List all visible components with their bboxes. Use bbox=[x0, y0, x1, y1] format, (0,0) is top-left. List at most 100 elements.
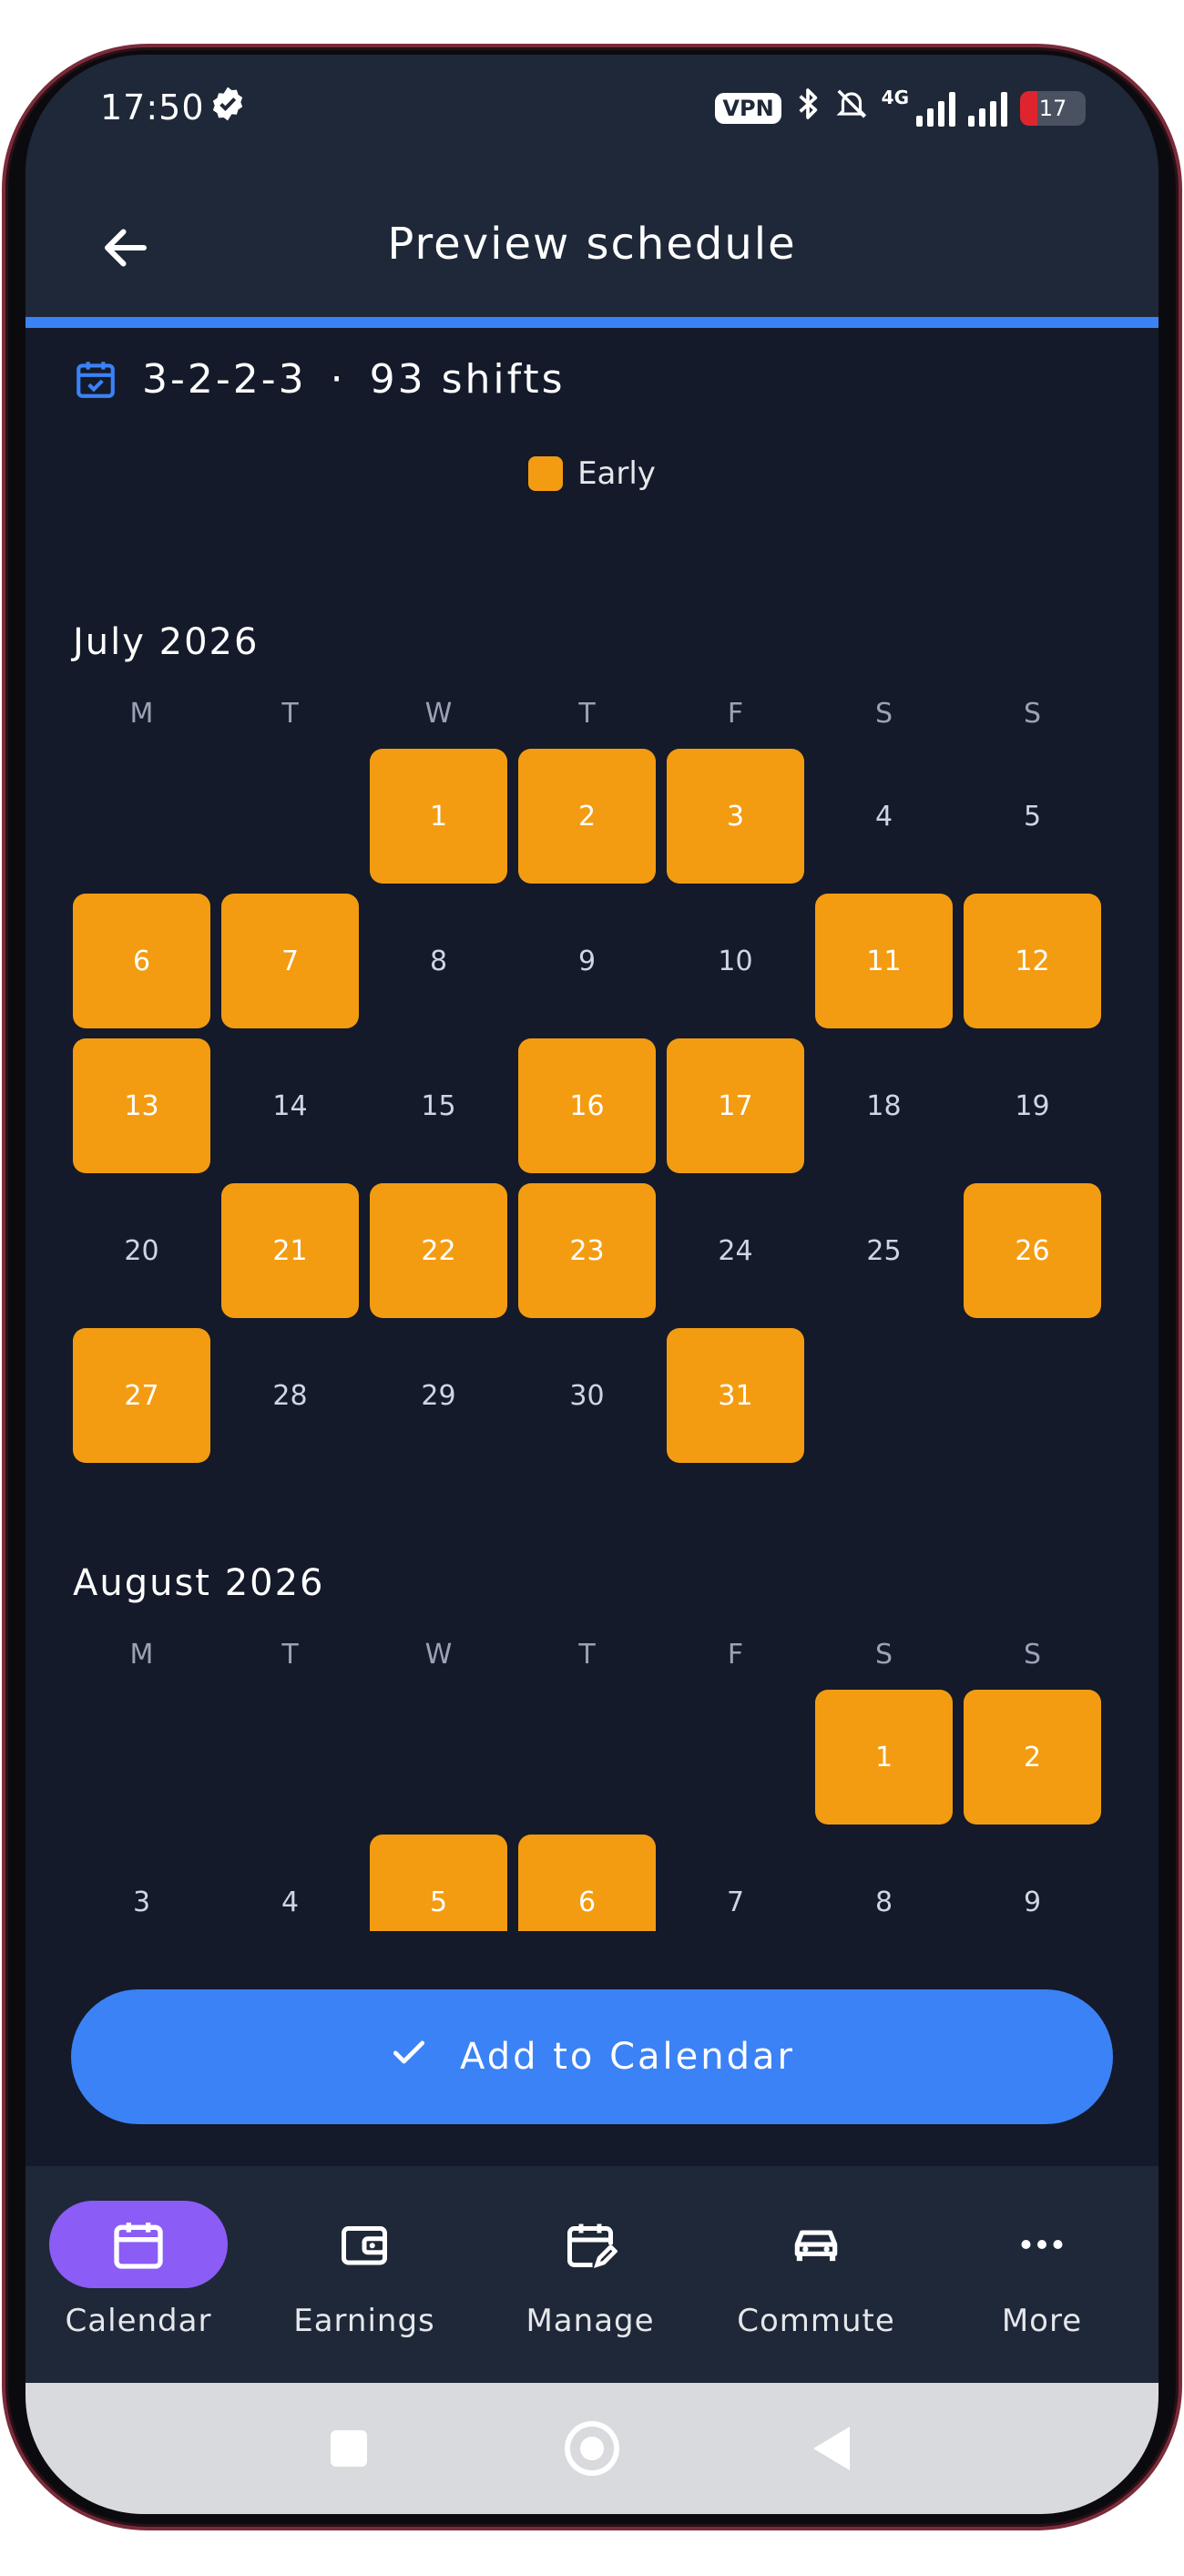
calendar-day-shift[interactable]: 3 bbox=[667, 749, 804, 884]
calendar-day[interactable]: 9 bbox=[518, 894, 656, 1028]
calendar-day-shift[interactable]: 1 bbox=[815, 1690, 953, 1825]
calendar-day-shift[interactable]: 1 bbox=[370, 749, 507, 884]
calendar-day[interactable]: 29 bbox=[370, 1328, 507, 1463]
weekday-label: S bbox=[874, 1639, 893, 1671]
calendar-day-shift[interactable]: 31 bbox=[667, 1328, 804, 1463]
weekday-header: MTWTFSS bbox=[73, 698, 1111, 743]
schedule-summary: 3-2-2-3 · 93 shifts bbox=[73, 355, 566, 403]
weekday-label: S bbox=[1023, 1639, 1042, 1671]
calendar-day-shift[interactable]: 21 bbox=[221, 1183, 359, 1318]
check-icon bbox=[389, 2032, 429, 2082]
calendar-day[interactable]: 4 bbox=[815, 749, 953, 884]
battery-icon: 17 bbox=[1020, 90, 1086, 126]
weekday-label: S bbox=[874, 698, 893, 730]
month-title: August 2026 bbox=[73, 1562, 325, 1604]
calendar-day-shift[interactable]: 13 bbox=[73, 1038, 210, 1173]
calendar-day[interactable]: 18 bbox=[815, 1038, 953, 1173]
calendar-day[interactable]: 20 bbox=[73, 1183, 210, 1318]
calendar-scroll-area[interactable]: July 2026 M T W T F S S 1 2 3 4 5 6 7 8 9 10 11 12 13 14 15 16 1… bbox=[26, 528, 1158, 1931]
add-to-calendar-label: Add to Calendar bbox=[460, 2036, 795, 2078]
status-icons: VPN 4G 17 bbox=[715, 86, 1086, 130]
legend: Early bbox=[26, 455, 1158, 492]
status-bar: 17:50 VPN 4G 17 bbox=[26, 82, 1158, 146]
calendar-day-shift[interactable]: 26 bbox=[964, 1183, 1101, 1318]
calendar-day-shift[interactable]: 2 bbox=[518, 749, 656, 884]
calendar-day-shift[interactable]: 27 bbox=[73, 1328, 210, 1463]
weekday-label: T bbox=[578, 1639, 596, 1671]
system-navigation-bar bbox=[26, 2383, 1158, 2514]
vpn-badge: VPN bbox=[715, 92, 781, 124]
calendar-day[interactable]: 3 bbox=[73, 1835, 210, 1931]
weekday-label: F bbox=[727, 698, 744, 730]
weekday-label: W bbox=[424, 1639, 453, 1671]
calendar-day-shift[interactable]: 6 bbox=[518, 1835, 656, 1931]
calendar-day[interactable]: 19 bbox=[964, 1038, 1101, 1173]
calendar-check-icon bbox=[73, 355, 118, 403]
calendar-day-shift[interactable]: 16 bbox=[518, 1038, 656, 1173]
calendar-day[interactable]: 5 bbox=[964, 749, 1101, 884]
bell-off-icon bbox=[834, 86, 869, 130]
calendar-day-shift[interactable]: 2 bbox=[964, 1690, 1101, 1825]
nav-item-manage[interactable]: Manage bbox=[490, 2201, 690, 2339]
calendar-day-shift[interactable]: 17 bbox=[667, 1038, 804, 1173]
nav-item-earnings[interactable]: Earnings bbox=[264, 2201, 464, 2339]
calendar-day-shift[interactable]: 12 bbox=[964, 894, 1101, 1028]
calendar-day[interactable]: 8 bbox=[815, 1835, 953, 1931]
calendar-day-shift[interactable]: 5 bbox=[370, 1835, 507, 1931]
calendar-icon bbox=[49, 2201, 228, 2288]
calendar-day[interactable]: 14 bbox=[221, 1038, 359, 1173]
calendar-day[interactable]: 7 bbox=[667, 1835, 804, 1931]
calendar-day-shift[interactable]: 22 bbox=[370, 1183, 507, 1318]
shift-count: 93 shifts bbox=[369, 355, 566, 403]
system-back-button[interactable] bbox=[813, 2427, 850, 2470]
status-time: 17:50 bbox=[100, 87, 205, 128]
month-title: July 2026 bbox=[73, 621, 260, 663]
calendar-day[interactable]: 15 bbox=[370, 1038, 507, 1173]
recents-button[interactable] bbox=[331, 2430, 367, 2467]
calendar-day[interactable]: 28 bbox=[221, 1328, 359, 1463]
weekday-header: MTWTFSS bbox=[73, 1639, 1111, 1684]
add-to-calendar-button[interactable]: Add to Calendar bbox=[71, 1989, 1113, 2124]
calendar-day[interactable]: 8 bbox=[370, 894, 507, 1028]
battery-level: 17 bbox=[1038, 95, 1067, 121]
bottom-navigation: Calendar Earnings Manage Commute More bbox=[26, 2166, 1158, 2383]
accent-divider bbox=[26, 317, 1158, 328]
weekday-label: T bbox=[281, 698, 299, 730]
signal-strength-icon-2 bbox=[968, 90, 1007, 127]
legend-swatch bbox=[528, 456, 564, 491]
calendar-day-shift[interactable]: 11 bbox=[815, 894, 953, 1028]
calendar-day-shift[interactable]: 6 bbox=[73, 894, 210, 1028]
calendar-day-shift[interactable]: 23 bbox=[518, 1183, 656, 1318]
calendar-day[interactable]: 4 bbox=[221, 1835, 359, 1931]
calendar-day[interactable]: 9 bbox=[964, 1835, 1101, 1931]
calendar-day[interactable]: 24 bbox=[667, 1183, 804, 1318]
weekday-label: F bbox=[727, 1639, 744, 1671]
signal-strength-icon bbox=[916, 90, 955, 127]
bluetooth-icon bbox=[794, 86, 822, 130]
calendar-edit-icon bbox=[501, 2201, 679, 2288]
page-title: Preview schedule bbox=[387, 219, 797, 270]
nav-label: Calendar bbox=[65, 2303, 212, 2339]
wallet-icon bbox=[275, 2201, 454, 2288]
network-type: 4G bbox=[881, 86, 909, 108]
weekday-label: W bbox=[424, 698, 453, 730]
weekday-label: T bbox=[578, 698, 596, 730]
weekday-label: S bbox=[1023, 698, 1042, 730]
pattern-label: 3-2-2-3 bbox=[142, 355, 307, 403]
nav-item-more[interactable]: More bbox=[942, 2201, 1142, 2339]
nav-label: Earnings bbox=[293, 2303, 435, 2339]
nav-item-calendar[interactable]: Calendar bbox=[38, 2201, 239, 2339]
calendar-day[interactable]: 30 bbox=[518, 1328, 656, 1463]
nav-label: Manage bbox=[526, 2303, 655, 2339]
summary-separator: · bbox=[330, 355, 346, 403]
legend-label: Early bbox=[577, 455, 656, 492]
more-icon bbox=[953, 2201, 1131, 2288]
nav-item-commute[interactable]: Commute bbox=[716, 2201, 916, 2339]
home-button[interactable] bbox=[565, 2421, 619, 2476]
calendar-day[interactable]: 25 bbox=[815, 1183, 953, 1318]
calendar-day[interactable]: 10 bbox=[667, 894, 804, 1028]
weekday-label: M bbox=[129, 1639, 154, 1671]
top-app-bar: 17:50 VPN 4G 17 Preview schedule bbox=[26, 55, 1158, 317]
verified-icon bbox=[208, 84, 248, 133]
calendar-day-shift[interactable]: 7 bbox=[221, 894, 359, 1028]
